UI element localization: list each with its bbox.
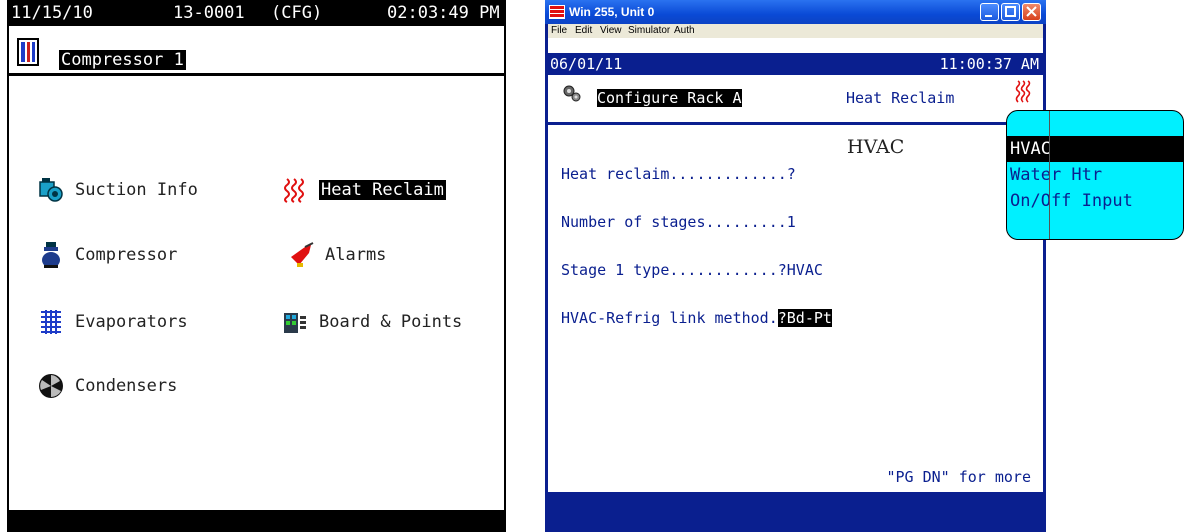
- form-label: Heat reclaim.............: [561, 165, 787, 183]
- form-value: ?: [786, 165, 796, 183]
- form-value: 1: [786, 213, 796, 231]
- menu-edit[interactable]: Edit: [575, 24, 592, 38]
- form-row-heat-reclaim[interactable]: Heat reclaim.............?: [561, 166, 832, 182]
- close-icon: [1026, 6, 1037, 17]
- app-icon: [549, 5, 565, 19]
- heat-reclaim-value: HVAC: [845, 136, 907, 158]
- maximize-icon: [1005, 6, 1016, 17]
- rack-icon: [17, 38, 39, 66]
- menu-view[interactable]: View: [600, 24, 622, 38]
- board-icon: [284, 313, 306, 333]
- divider: [1049, 111, 1050, 239]
- menu-simulator[interactable]: Simulator: [628, 24, 670, 38]
- minimize-icon: [985, 15, 992, 17]
- screen-header: Compressor 1: [9, 26, 504, 76]
- menu-auth[interactable]: Auth: [674, 24, 695, 38]
- config-form: Heat reclaim.............? Number of sta…: [561, 134, 832, 358]
- menu-label: Alarms: [325, 245, 387, 265]
- bottom-bar: [548, 492, 1043, 512]
- menu-compressor[interactable]: Compressor: [37, 241, 177, 269]
- menu-label: Board & Points: [319, 312, 463, 332]
- page-down-hint: "PG DN" for more: [886, 468, 1032, 486]
- screen-header: Configure Rack A Heat Reclaim: [548, 75, 1043, 125]
- status-mode: (CFG): [271, 3, 323, 23]
- form-value: ?HVAC: [777, 261, 823, 279]
- maximize-button[interactable]: [1001, 3, 1020, 21]
- status-controller-id: 13-0001: [173, 3, 245, 23]
- menu-label: Compressor: [75, 245, 178, 265]
- menu-board-points[interactable]: Board & Points: [281, 308, 462, 336]
- minimize-button[interactable]: [980, 3, 999, 21]
- status-bar: 06/01/11 11:00:37 AM: [548, 53, 1043, 75]
- close-button[interactable]: [1022, 3, 1041, 21]
- simulator-screen: 06/01/11 11:00:37 AM Configure Rack A He…: [548, 38, 1043, 512]
- form-label: Stage 1 type............: [561, 261, 778, 279]
- menu-file[interactable]: File: [551, 24, 567, 38]
- status-date: 11/15/10: [11, 3, 93, 23]
- menu-suction-info[interactable]: Suction Info: [37, 176, 198, 204]
- suction-icon: [39, 178, 63, 202]
- alarm-icon: [291, 242, 314, 267]
- menu-alarms[interactable]: Alarms: [287, 241, 386, 269]
- form-label: Number of stages.........: [561, 213, 787, 231]
- window-title: Win 255, Unit 0: [569, 5, 655, 19]
- gears-icon: [563, 85, 581, 102]
- heat-reclaim-icon: [284, 178, 304, 203]
- status-date: 06/01/11: [550, 55, 623, 73]
- menu-heat-reclaim[interactable]: Heat Reclaim: [281, 176, 446, 204]
- form-row-number-of-stages[interactable]: Number of stages.........1: [561, 214, 832, 230]
- menu-condensers[interactable]: Condensers: [37, 372, 177, 400]
- dropdown-option-water-htr[interactable]: Water Htr: [1007, 162, 1183, 188]
- simulator-window: Win 255, Unit 0 File Edit View Simulator…: [545, 0, 1046, 532]
- condenser-fan-icon: [39, 374, 63, 398]
- window-titlebar[interactable]: Win 255, Unit 0: [545, 0, 1046, 24]
- evaporator-icon: [41, 310, 61, 334]
- menu-label: Condensers: [75, 376, 178, 396]
- bottom-bar: [9, 510, 504, 532]
- form-row-stage-1-type[interactable]: Stage 1 type............?HVAC: [561, 262, 832, 278]
- compressor-screen: 11/15/10 13-0001 (CFG) 02:03:49 PM Compr…: [7, 0, 506, 532]
- dropdown-option-hvac[interactable]: HVAC: [1007, 136, 1183, 162]
- menu-label: Evaporators: [75, 312, 188, 332]
- dropdown-option-on-off-input[interactable]: On/Off Input: [1007, 188, 1183, 214]
- status-time: 02:03:49 PM: [387, 3, 500, 23]
- form-label: HVAC-Refrig link method.: [561, 309, 778, 327]
- form-row-link-method[interactable]: HVAC-Refrig link method.?Bd-Pt: [561, 309, 832, 327]
- status-bar: 11/15/10 13-0001 (CFG) 02:03:49 PM: [9, 0, 504, 26]
- compressor-icon: [42, 242, 60, 268]
- status-time: 11:00:37 AM: [939, 55, 1039, 73]
- screen-title: Configure Rack A: [597, 89, 742, 107]
- heat-reclaim-dropdown[interactable]: HVAC Water Htr On/Off Input: [1006, 110, 1184, 240]
- section-name: Heat Reclaim: [846, 89, 955, 107]
- page-title: Compressor 1: [59, 50, 186, 70]
- form-value: ?Bd-Pt: [777, 309, 832, 327]
- menu-evaporators[interactable]: Evaporators: [37, 308, 188, 336]
- menu-label: Suction Info: [75, 180, 198, 200]
- menu-bar: File Edit View Simulator Auth: [548, 24, 1043, 38]
- heat-reclaim-icon: [1015, 80, 1031, 103]
- menu-label: Heat Reclaim: [319, 180, 446, 200]
